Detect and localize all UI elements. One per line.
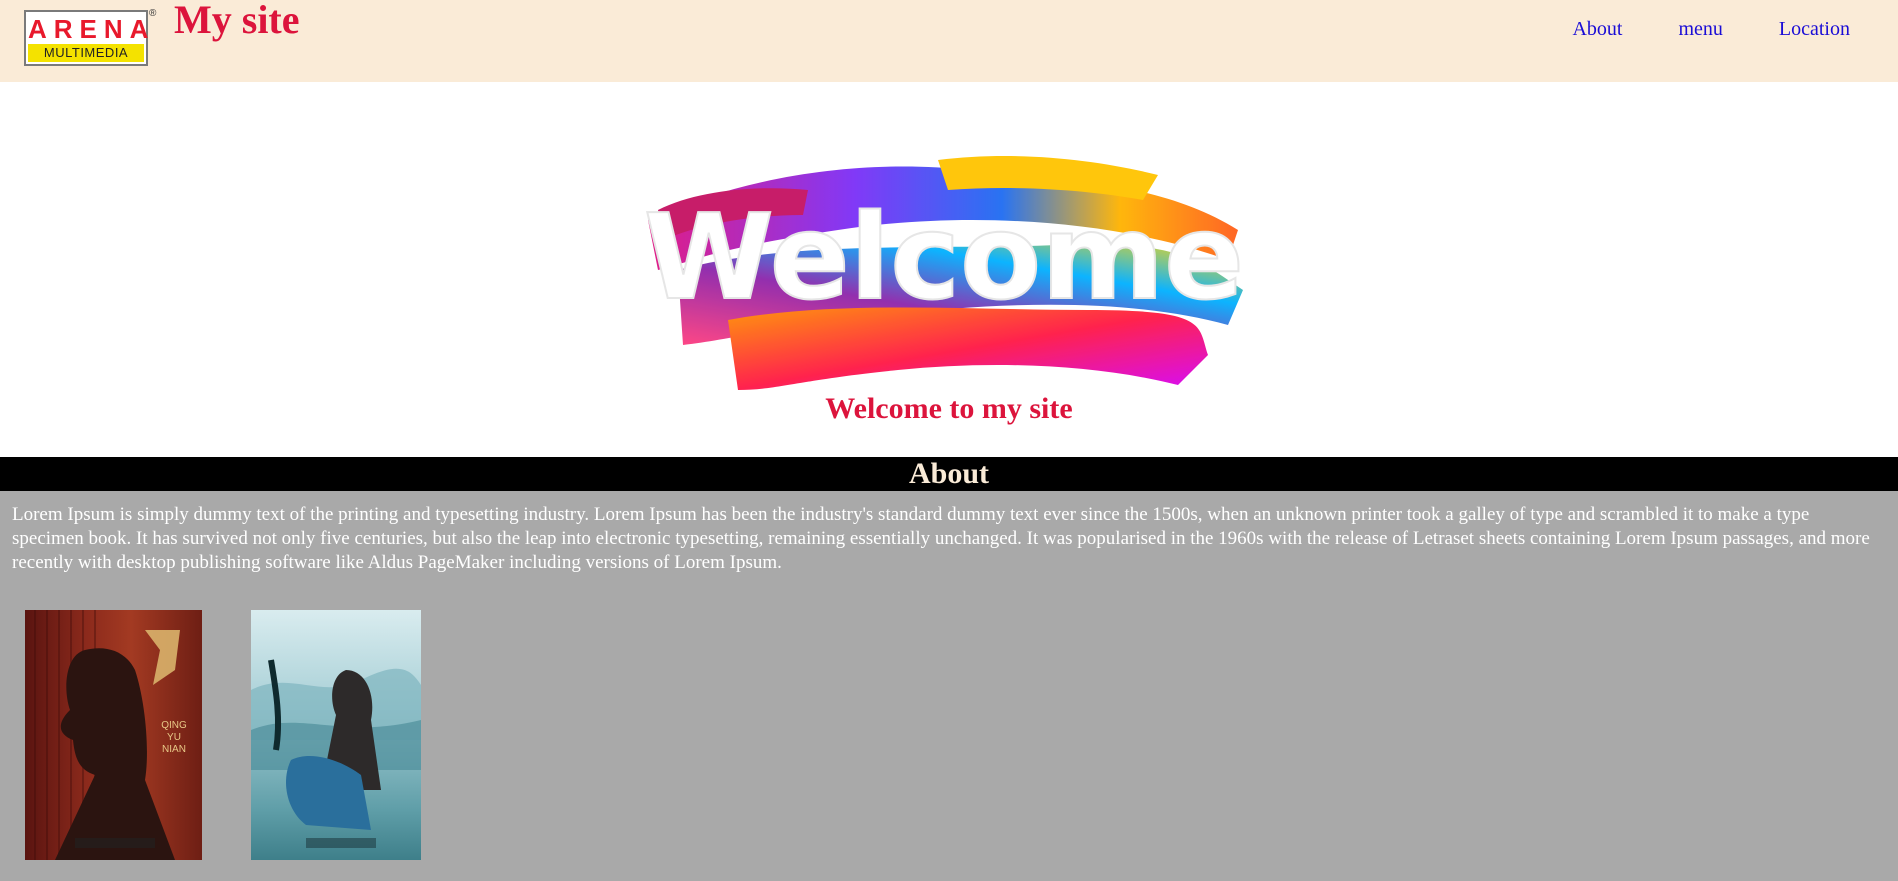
- welcome-banner-image: Welcome: [643, 155, 1245, 390]
- main-nav: About menu Location: [1572, 18, 1850, 41]
- about-heading: About: [908, 457, 990, 490]
- arena-multimedia-logo[interactable]: ARENA MULTIMEDIA: [24, 10, 148, 66]
- welcome-image-text: Welcome: [644, 188, 1244, 326]
- about-section-bar: About: [0, 457, 1898, 491]
- welcome-subtitle: Welcome to my site: [825, 392, 1073, 425]
- poster-image-2[interactable]: [251, 610, 421, 860]
- site-title: My site: [174, 0, 300, 42]
- nav-link-location[interactable]: Location: [1779, 18, 1850, 41]
- logo-top-text: ARENA: [28, 14, 156, 44]
- about-content: Lorem Ipsum is simply dummy text of the …: [0, 491, 1898, 881]
- poster-2-art: [251, 659, 421, 848]
- poster-1-caption: QING YU NIAN: [161, 720, 187, 755]
- nav-link-about[interactable]: About: [1572, 18, 1622, 41]
- about-paragraph: Lorem Ipsum is simply dummy text of the …: [12, 504, 1870, 573]
- logo-bottom-text: MULTIMEDIA: [28, 44, 144, 62]
- nav-link-menu[interactable]: menu: [1678, 18, 1722, 41]
- registered-mark: ®: [149, 8, 157, 19]
- site-header: ARENA MULTIMEDIA ® My site About menu Lo…: [0, 0, 1898, 82]
- poster-image-1[interactable]: QING YU NIAN: [25, 610, 202, 860]
